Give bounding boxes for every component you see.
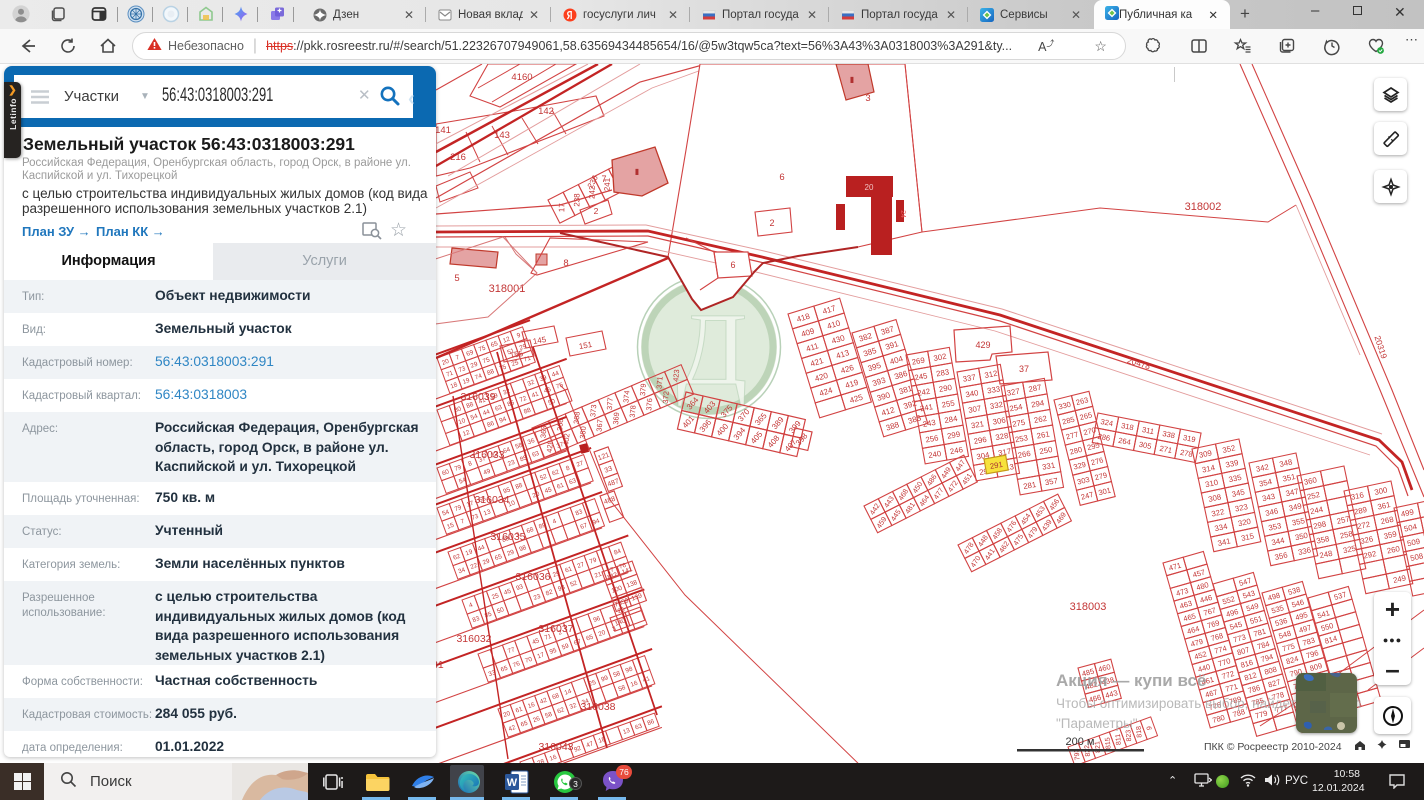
svg-text:318002: 318002	[1185, 201, 1222, 213]
svg-text:372: 372	[661, 391, 671, 404]
svg-text:316036: 316036	[515, 571, 550, 583]
svg-text:373: 373	[588, 404, 598, 417]
svg-text:200 м: 200 м	[1066, 736, 1095, 748]
svg-text:371: 371	[655, 376, 665, 389]
svg-text:4160: 4160	[511, 72, 532, 83]
svg-text:367: 367	[595, 419, 605, 432]
svg-text:Д: Д	[677, 292, 748, 407]
svg-text:316034: 316034	[474, 494, 509, 506]
svg-text:316032: 316032	[456, 633, 491, 645]
svg-text:6: 6	[730, 260, 735, 270]
svg-text:37: 37	[1019, 364, 1029, 374]
svg-text:369: 369	[611, 412, 621, 425]
svg-text:316037: 316037	[538, 623, 573, 635]
svg-text:318003: 318003	[1070, 601, 1107, 613]
svg-text:W: W	[506, 777, 517, 789]
svg-text:ПКК © Росреестр 2010-2024: ПКК © Росреестр 2010-2024	[1204, 741, 1342, 753]
svg-text:7: 7	[601, 174, 606, 184]
svg-text:380: 380	[578, 426, 588, 439]
svg-text:423: 423	[671, 369, 681, 382]
svg-text:Акция — купи всё: Акция — купи всё	[1056, 671, 1206, 690]
svg-text:379: 379	[638, 383, 648, 396]
svg-text:▮: ▮	[850, 75, 854, 84]
svg-text:▮: ▮	[635, 167, 639, 176]
svg-text:6: 6	[779, 172, 784, 183]
svg-text:316043: 316043	[538, 741, 573, 753]
svg-text:429: 429	[975, 340, 990, 350]
svg-text:316033: 316033	[469, 449, 504, 461]
svg-text:2: 2	[769, 218, 774, 228]
svg-text:374: 374	[621, 390, 631, 403]
svg-text:20: 20	[865, 183, 874, 192]
svg-text:377: 377	[605, 397, 615, 410]
svg-text:3: 3	[865, 93, 870, 104]
svg-text:24: 24	[899, 210, 906, 218]
svg-text:316038: 316038	[580, 701, 615, 713]
svg-text:2: 2	[594, 206, 599, 216]
svg-text:316035: 316035	[490, 531, 525, 543]
svg-text:376: 376	[644, 398, 654, 411]
svg-text:9: 9	[1146, 726, 1153, 731]
svg-text:5: 5	[454, 273, 459, 284]
svg-text:378: 378	[628, 405, 638, 418]
svg-text:316039: 316039	[460, 391, 495, 403]
svg-text:"Параметры": "Параметры"	[1056, 716, 1138, 731]
svg-text:141: 141	[435, 125, 451, 136]
